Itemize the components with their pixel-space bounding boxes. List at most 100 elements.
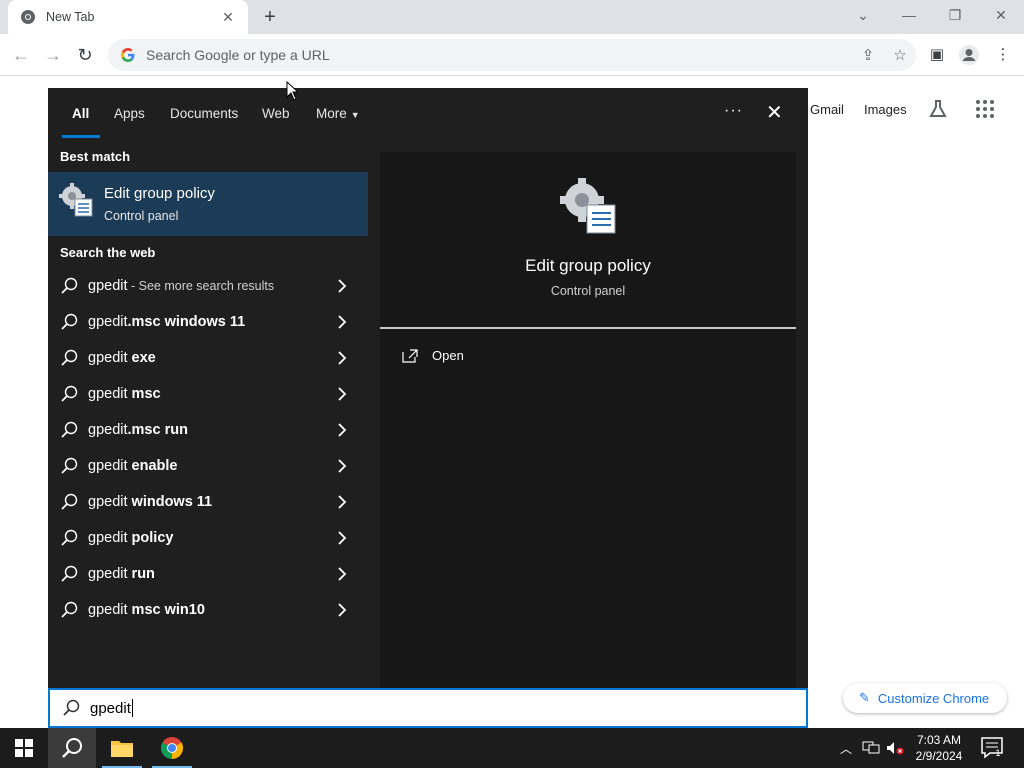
mouse-cursor-icon xyxy=(286,81,298,101)
google-g-icon xyxy=(121,48,135,62)
apps-grid-icon[interactable] xyxy=(975,99,995,119)
suggestion-prefix: gpedit xyxy=(88,494,132,510)
suggestion-prefix: gpedit xyxy=(88,314,128,330)
tab-apps[interactable]: Apps xyxy=(114,106,145,121)
chevron-right-icon[interactable] xyxy=(336,603,348,617)
chevron-right-icon[interactable] xyxy=(336,387,348,401)
web-suggestion-item[interactable]: gpedit windows 11 xyxy=(48,484,368,520)
web-suggestion-item[interactable]: gpedit.msc windows 11 xyxy=(48,304,368,340)
search-icon xyxy=(60,493,78,511)
web-suggestion-item[interactable]: gpedit msc win10 xyxy=(48,592,368,628)
web-suggestion-item[interactable]: gpedit exe xyxy=(48,340,368,376)
suggestion-completion: .msc run xyxy=(127,422,188,438)
tab-web[interactable]: Web xyxy=(262,106,290,121)
reload-icon[interactable]: ↻ xyxy=(72,42,98,68)
tab-new-tab[interactable]: New Tab ✕ xyxy=(8,0,248,34)
clock[interactable]: 7:03 AM 2/9/2024 xyxy=(906,732,972,764)
web-suggestion-item[interactable]: gpedit policy xyxy=(48,520,368,556)
best-match-subtitle: Control panel xyxy=(104,209,179,223)
web-suggestion-text: gpedit.msc windows 11 xyxy=(88,314,245,330)
omnibox-placeholder: Search Google or type a URL xyxy=(146,47,330,63)
chevron-right-icon[interactable] xyxy=(336,351,348,365)
search-icon xyxy=(60,529,78,547)
gmail-link[interactable]: Gmail xyxy=(810,102,844,117)
restore-icon[interactable]: ❐ xyxy=(932,0,978,30)
windows-start-icon[interactable] xyxy=(0,728,48,768)
web-suggestion-item[interactable]: gpedit enable xyxy=(48,448,368,484)
file-explorer-icon[interactable] xyxy=(98,728,146,768)
search-icon xyxy=(60,385,78,403)
suggestion-completion: policy xyxy=(131,530,174,546)
open-label: Open xyxy=(432,348,464,363)
tab-more-label: More xyxy=(316,106,347,121)
web-suggestion-text: gpedit windows 11 xyxy=(88,494,212,510)
customize-label: Customize Chrome xyxy=(877,690,990,706)
close-icon[interactable]: ✕ xyxy=(766,100,783,125)
labs-flask-icon[interactable] xyxy=(927,98,949,120)
best-match-header: Best match xyxy=(60,149,131,164)
suggestion-prefix: gpedit xyxy=(88,350,132,366)
network-icon[interactable] xyxy=(862,728,880,768)
clock-time: 7:03 AM xyxy=(916,733,962,747)
chrome-icon[interactable] xyxy=(148,728,196,768)
windows-search-panel: All Apps Documents Web More ▼ ··· ✕ Best … xyxy=(48,88,808,728)
tab-title: New Tab xyxy=(46,10,95,24)
star-icon[interactable]: ☆ xyxy=(884,46,916,64)
share-icon[interactable]: ⇪ xyxy=(852,46,884,64)
tab-more[interactable]: More ▼ xyxy=(316,106,360,121)
customize-chrome-button[interactable]: ✎ Customize Chrome xyxy=(843,683,1007,713)
tab-all[interactable]: All xyxy=(72,106,89,121)
close-icon[interactable]: ✕ xyxy=(220,9,236,26)
tray-chevron-icon[interactable]: ︿ xyxy=(840,728,852,768)
web-suggestion-text: gpedit exe xyxy=(88,350,156,366)
web-suggestion-item[interactable]: gpedit msc xyxy=(48,376,368,412)
search-icon xyxy=(60,277,78,295)
profile-icon[interactable] xyxy=(958,44,980,66)
caret-down-icon: ▼ xyxy=(350,110,360,120)
chevron-right-icon[interactable] xyxy=(336,531,348,545)
more-options-icon[interactable]: ··· xyxy=(724,102,743,120)
web-suggestion-text: gpedit policy xyxy=(88,530,173,546)
web-suggestion-text: gpedit run xyxy=(88,566,155,582)
back-icon[interactable]: ← xyxy=(8,42,34,68)
suggestion-prefix: gpedit xyxy=(88,458,132,474)
taskbar-search-icon[interactable] xyxy=(48,728,96,768)
chevron-right-icon[interactable] xyxy=(336,279,348,293)
preview-pane: Edit group policy Control panel Open xyxy=(380,152,796,688)
minimize-icon[interactable]: — xyxy=(886,0,932,30)
window-close-icon[interactable]: ✕ xyxy=(978,0,1024,30)
chevron-down-icon[interactable]: ⌄ xyxy=(840,0,886,30)
web-suggestion-item[interactable]: gpedit - See more search results xyxy=(48,268,368,304)
search-input[interactable]: gpedit xyxy=(48,688,808,728)
tab-documents[interactable]: Documents xyxy=(170,106,238,121)
suggestion-completion: windows 11 xyxy=(131,494,213,510)
images-link[interactable]: Images xyxy=(864,102,907,117)
sidepanel-icon[interactable]: ▣ xyxy=(926,44,948,66)
forward-icon[interactable]: → xyxy=(40,42,66,68)
web-suggestion-item[interactable]: gpedit.msc run xyxy=(48,412,368,448)
open-icon xyxy=(402,348,418,363)
preview-divider xyxy=(380,327,796,329)
chevron-right-icon[interactable] xyxy=(336,459,348,473)
search-icon xyxy=(60,565,78,583)
suggestion-prefix: gpedit xyxy=(88,530,132,546)
tab-strip: New Tab ✕ + ⌄ — ❐ ✕ xyxy=(0,0,1024,34)
search-icon xyxy=(60,601,78,619)
suggestion-prefix: gpedit xyxy=(88,386,132,402)
omnibox[interactable]: Search Google or type a URL ⇪ ☆ xyxy=(108,39,916,71)
volume-muted-icon[interactable] xyxy=(886,728,904,768)
chevron-right-icon[interactable] xyxy=(336,567,348,581)
suggestion-completion: exe xyxy=(131,350,156,366)
chevron-right-icon[interactable] xyxy=(336,315,348,329)
web-suggestion-item[interactable]: gpedit run xyxy=(48,556,368,592)
open-action[interactable]: Open xyxy=(402,348,464,363)
group-policy-icon xyxy=(560,178,616,234)
preview-title: Edit group policy xyxy=(525,256,651,275)
chrome-icon xyxy=(21,10,35,24)
chevron-right-icon[interactable] xyxy=(336,495,348,509)
best-match-item[interactable]: Edit group policy Control panel xyxy=(48,172,368,236)
suggestion-completion: run xyxy=(131,566,155,582)
new-tab-button[interactable]: + xyxy=(258,5,282,29)
menu-icon[interactable]: ⋮ xyxy=(992,44,1014,66)
chevron-right-icon[interactable] xyxy=(336,423,348,437)
